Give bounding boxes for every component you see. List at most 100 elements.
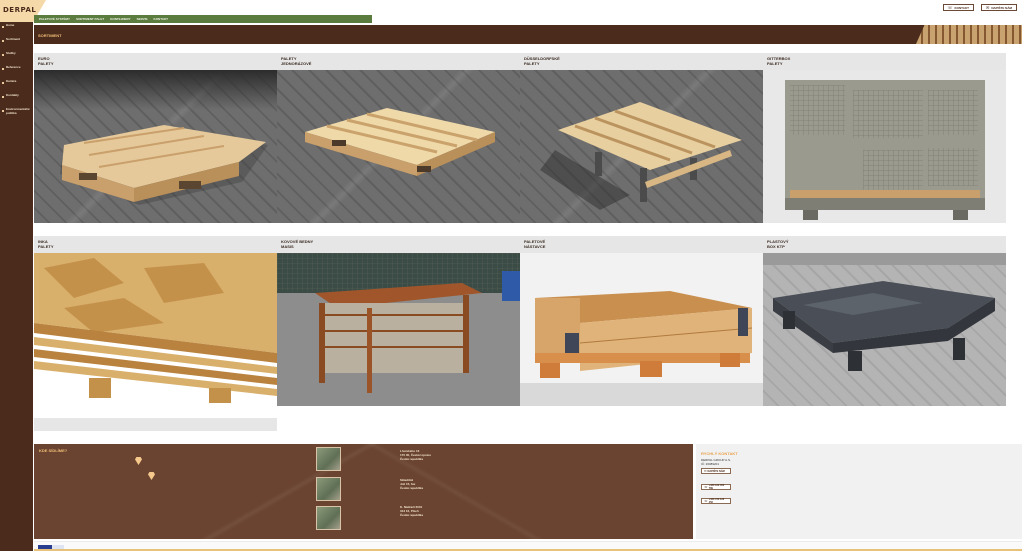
contact-button-label: NAPIŠTE NÁM: [707, 469, 725, 473]
product-title: KOVOVÉ BEDNY MASIS: [281, 239, 314, 249]
location-photo-thumbnail[interactable]: [316, 506, 341, 530]
pallet-stack-graphic: [916, 25, 1022, 44]
bullet-icon: [2, 82, 4, 84]
sidebar-item-reference[interactable]: Reference: [0, 65, 33, 73]
product-image[interactable]: [520, 253, 763, 406]
sidebar-item-kontakty[interactable]: Kontakty: [0, 93, 33, 101]
sidebar-item-label: Environmentální politika: [6, 107, 30, 115]
phone-contact-button[interactable]: ☏ +420 123 456 789: [701, 484, 731, 490]
topnav-item[interactable]: SORTIMENT PALET: [76, 17, 104, 21]
write-us-contact-button[interactable]: ✉ NAPIŠTE NÁM: [701, 468, 731, 474]
product-tile-header: INKA PALETY: [34, 236, 277, 253]
product-title: DÜSSELDORFSKÉ PALETY: [524, 56, 560, 66]
product-tile-inka[interactable]: INKA PALETY: [34, 236, 277, 406]
location-photo-thumbnail[interactable]: [316, 447, 341, 471]
location-photo-thumbnail[interactable]: [316, 477, 341, 501]
phone-icon: ☏: [704, 499, 708, 503]
logo-text: DERPAL: [3, 6, 37, 14]
quick-contact-panel: RYCHLÝ KONTAKT DERPAL GROUP A.S. IČ: 260…: [696, 444, 1022, 539]
bullet-icon: [2, 68, 4, 70]
sidebar-item-sortiment[interactable]: Sortiment: [0, 37, 33, 45]
bullet-icon: [2, 54, 4, 56]
contact-button-label: +420 723 123 456: [708, 498, 725, 504]
product-image[interactable]: [763, 70, 1006, 223]
bullet-icon: [2, 110, 4, 112]
product-tile-header: PALETY JEDNORÁZOVÉ: [277, 53, 520, 70]
sidebar-item-label: Kariéra: [6, 79, 17, 83]
product-image[interactable]: [520, 70, 763, 223]
map-background[interactable]: [34, 444, 693, 539]
sidebar-item-kariera[interactable]: Kariéra: [0, 79, 33, 87]
mail-icon: ✉: [985, 5, 990, 10]
product-tile-header: EURO PALETY: [34, 53, 277, 70]
address-block: K. Nádraží 2001 313 16, Plzeň Česká repu…: [400, 505, 424, 517]
topnav-item[interactable]: KONTEJNERY: [110, 17, 130, 21]
metal-box-illustration: [277, 253, 520, 393]
sidebar-item-label: Kontakty: [6, 93, 19, 97]
product-grid: EURO PALETY PALETY JEDNORÁZOVÉ DÜSSELDOR…: [34, 53, 1006, 419]
product-title: EURO PALETY: [38, 56, 54, 66]
product-tile-dusseldorf[interactable]: DÜSSELDORFSKÉ PALETY: [520, 53, 763, 223]
empty-product-tile: [34, 418, 277, 431]
product-image[interactable]: [763, 253, 1006, 406]
topnav-item[interactable]: SERVIS: [137, 17, 148, 21]
section-header: SORTIMENT: [34, 25, 1022, 44]
contact-button-label: +420 123 456 789: [708, 484, 725, 490]
product-tile-header: GITTERBOX PALETY: [763, 53, 1006, 70]
product-title: PLASTOVÝ BOX KTP: [767, 239, 789, 249]
product-title: PALETOVÉ NÁSTAVCE: [524, 239, 546, 249]
company-info: DERPAL GROUP A.S. IČ: 26089201: [701, 458, 731, 466]
contact-button-label: KONTAKT: [954, 5, 969, 10]
mail-icon: ✉: [704, 469, 707, 473]
product-tile-header: DÜSSELDORFSKÉ PALETY: [520, 53, 763, 70]
product-tile-metal-box[interactable]: KOVOVÉ BEDNY MASIS: [277, 236, 520, 406]
phone-icon: ☏: [947, 5, 953, 10]
topnav-item[interactable]: PALETOVÉ SYSTÉMY: [39, 17, 70, 21]
sidebar-item-sluzby[interactable]: Služby: [0, 51, 33, 59]
product-title: GITTERBOX PALETY: [767, 56, 791, 66]
address-block: Skladiště Joli 15, fax Česká republika: [400, 478, 424, 490]
sidebar: Home Sortiment Služby Reference Kariéra …: [0, 0, 33, 551]
product-tile-collar[interactable]: PALETOVÉ NÁSTAVCE: [520, 236, 763, 406]
product-image[interactable]: [277, 253, 520, 406]
write-us-button[interactable]: ✉ NAPIŠTE NÁM: [980, 4, 1017, 11]
product-title: PALETY JEDNORÁZOVÉ: [281, 56, 312, 66]
dusseldorf-pallet-illustration: [540, 102, 742, 210]
bullet-icon: [2, 40, 4, 42]
product-tile-euro[interactable]: EURO PALETY: [34, 53, 277, 223]
quick-contact-title: RYCHLÝ KONTAKT: [701, 451, 738, 456]
topnav-item[interactable]: KONTAKT: [154, 17, 168, 21]
top-actions: ☏ KONTAKT ✉ NAPIŠTE NÁM: [942, 4, 1017, 11]
product-image[interactable]: [34, 253, 277, 406]
product-tile-gitterbox[interactable]: GITTERBOX PALETY: [763, 53, 1006, 223]
sidebar-item-home[interactable]: Home: [0, 23, 33, 31]
sidebar-item-label: Služby: [6, 51, 16, 55]
sidebar-item-label: Sortiment: [6, 37, 21, 41]
oneway-pallet-illustration: [305, 108, 495, 176]
product-tile-plastic[interactable]: PLASTOVÝ BOX KTP: [763, 236, 1006, 406]
location-section: KDE SÍDLÍME? Lhotského 13 170 00, Česká …: [34, 444, 693, 539]
sidebar-item-environment[interactable]: Environmentální politika: [0, 107, 33, 115]
write-us-button-label: NAPIŠTE NÁM: [991, 5, 1012, 10]
phone-icon: ☏: [704, 485, 708, 489]
contact-button[interactable]: ☏ KONTAKT: [942, 4, 974, 11]
sidebar-item-label: Home: [6, 23, 15, 27]
page: Home Sortiment Služby Reference Kariéra …: [0, 0, 1024, 551]
pallet-collar-illustration: [520, 291, 763, 406]
product-title: INKA PALETY: [38, 239, 54, 249]
product-image[interactable]: [277, 70, 520, 223]
plastic-box-illustration: [763, 253, 1006, 371]
euro-pallet-illustration: [60, 125, 268, 205]
product-tile-header: PALETOVÉ NÁSTAVCE: [520, 236, 763, 253]
product-tile-header: PLASTOVÝ BOX KTP: [763, 236, 1006, 253]
product-tile-header: KOVOVÉ BEDNY MASIS: [277, 236, 520, 253]
address-block: Lhotského 13 170 00, Česká Lipnice Česká…: [400, 449, 432, 461]
sidebar-item-label: Reference: [6, 65, 21, 69]
product-tile-oneway[interactable]: PALETY JEDNORÁZOVÉ: [277, 53, 520, 223]
sidebar-nav: Home Sortiment Služby Reference Kariéra …: [0, 23, 33, 122]
location-title: KDE SÍDLÍME?: [39, 448, 68, 453]
product-image[interactable]: [34, 70, 277, 223]
mobile-contact-button[interactable]: ☏ +420 723 123 456: [701, 498, 731, 504]
bullet-icon: [2, 96, 4, 98]
product-row: INKA PALETY KOVOVÉ BEDNY MASIS PALETOVÉ …: [34, 236, 1006, 406]
